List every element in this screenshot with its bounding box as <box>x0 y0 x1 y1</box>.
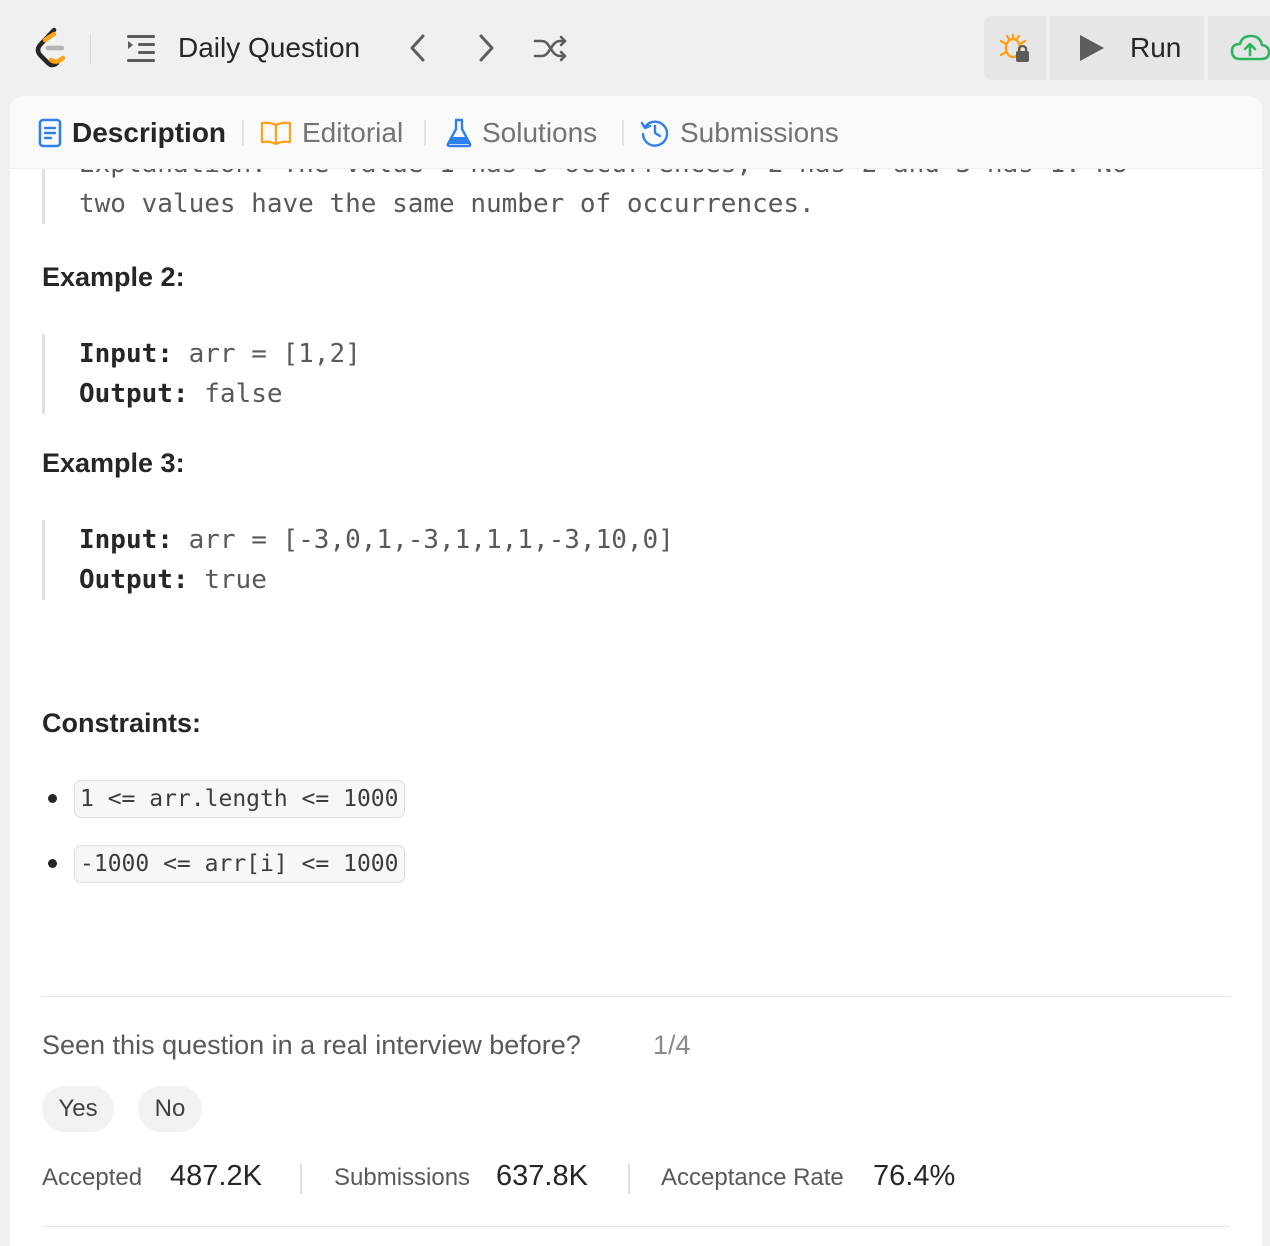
constraint-2: -1000 <= arr[i] <= 1000 <box>74 845 405 883</box>
flask-icon <box>446 118 472 148</box>
yes-button[interactable]: Yes <box>42 1086 114 1132</box>
shuffle-button[interactable] <box>530 28 570 68</box>
interview-count: 1/4 <box>653 1030 691 1060</box>
no-button[interactable]: No <box>138 1086 202 1132</box>
shuffle-icon <box>533 35 567 62</box>
history-icon <box>640 118 670 148</box>
accepted-value: 487.2K <box>170 1160 262 1192</box>
output-label: Output: <box>79 565 189 595</box>
example-3-heading: Example 3: <box>42 448 185 478</box>
tab-solutions[interactable]: Solutions <box>446 116 597 150</box>
prev-question-button[interactable] <box>398 28 438 68</box>
divider <box>622 120 624 146</box>
description-panel: Explanation: The value 1 has 3 occurrenc… <box>10 96 1262 1246</box>
acceptance-rate-value: 76.4% <box>873 1160 956 1192</box>
input-value: arr = [1,2] <box>188 339 361 369</box>
chevron-left-icon <box>410 34 425 62</box>
divider <box>90 34 91 64</box>
problem-list-icon[interactable] <box>124 32 158 64</box>
tab-label: Editorial <box>302 117 404 148</box>
divider <box>628 1164 630 1194</box>
submissions-label: Submissions <box>334 1164 471 1191</box>
book-icon <box>260 120 292 146</box>
divider <box>242 120 244 146</box>
tab-bar: Description Editorial Solutions Submissi… <box>10 96 1262 169</box>
input-label: Input: <box>79 339 173 369</box>
output-value: true <box>204 565 267 595</box>
top-bar: Daily Question Run <box>0 0 1270 96</box>
bullet <box>48 794 57 803</box>
submissions-value: 637.8K <box>496 1160 588 1192</box>
constraint-1: 1 <= arr.length <= 1000 <box>74 780 405 818</box>
run-label: Run <box>1130 32 1182 63</box>
divider <box>42 1226 1230 1227</box>
divider <box>424 120 426 146</box>
divider <box>42 996 1230 997</box>
accepted-label: Accepted <box>42 1164 143 1191</box>
constraints-heading: Constraints: <box>42 708 202 738</box>
example-2-heading: Example 2: <box>42 262 185 292</box>
run-button[interactable]: Run <box>1050 16 1204 80</box>
debug-button[interactable] <box>984 16 1046 80</box>
play-icon <box>1080 35 1104 61</box>
leetcode-logo-icon[interactable] <box>30 24 76 70</box>
document-icon <box>38 118 62 148</box>
daily-question-title[interactable]: Daily Question <box>178 30 360 66</box>
output-value: false <box>204 379 283 409</box>
next-question-button[interactable] <box>466 28 506 68</box>
tab-label: Solutions <box>482 117 598 148</box>
submit-button[interactable] <box>1208 16 1270 80</box>
input-value: arr = [-3,0,1,-3,1,1,1,-3,10,0] <box>188 525 674 555</box>
tab-submissions[interactable]: Submissions <box>640 116 839 150</box>
acceptance-rate-label: Acceptance Rate <box>661 1164 844 1191</box>
example-3-block: Input: arr = [-3,0,1,-3,1,1,1,-3,10,0] Ou… <box>42 520 674 600</box>
tab-editorial[interactable]: Editorial <box>260 116 403 150</box>
bullet <box>48 859 57 868</box>
cloud-upload-icon <box>1230 34 1270 61</box>
chevron-right-icon <box>479 34 494 62</box>
output-label: Output: <box>79 379 189 409</box>
input-label: Input: <box>79 525 173 555</box>
explanation-line-2: two values have the same number of occur… <box>79 189 815 219</box>
tab-label: Submissions <box>680 117 839 148</box>
tab-label: Description <box>72 117 227 148</box>
divider <box>300 1164 302 1194</box>
interview-question-text: Seen this question in a real interview b… <box>42 1030 581 1060</box>
bug-lock-icon <box>999 33 1029 62</box>
example-2-block: Input: arr = [1,2] Output: false <box>42 334 361 414</box>
tab-description[interactable]: Description <box>38 116 226 150</box>
